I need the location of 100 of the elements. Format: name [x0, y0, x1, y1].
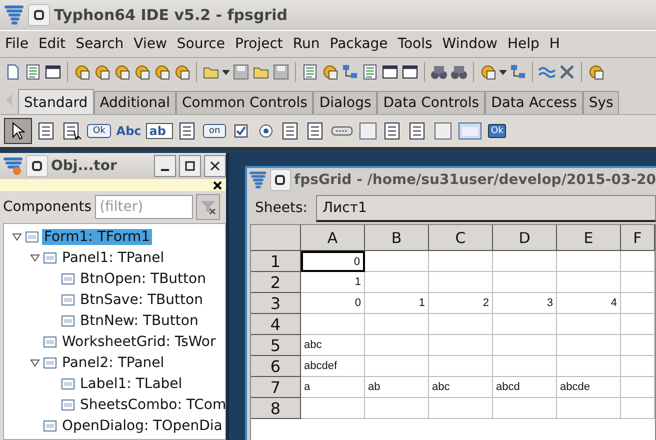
tree-item[interactable]: Label1: TLabel [78, 376, 184, 392]
component-tab[interactable]: Dialogs [313, 91, 378, 114]
sheets-combo[interactable]: Лист1 [316, 194, 656, 222]
row-header[interactable]: 3 [251, 293, 301, 314]
close-icon[interactable] [213, 180, 222, 190]
row-header[interactable]: 5 [251, 335, 301, 356]
column-header[interactable]: D [493, 225, 557, 251]
table-cell [621, 356, 655, 377]
tree-item[interactable]: OpenDialog: TOpenDia [60, 418, 224, 434]
component-tab[interactable]: Sys [582, 91, 620, 114]
binoculars-icon[interactable] [430, 63, 448, 81]
menu-item[interactable]: Window [437, 36, 502, 52]
window-menu-button[interactable] [26, 155, 48, 177]
menu-item[interactable]: Tools [392, 36, 438, 52]
table-cell: abc [429, 377, 493, 398]
checkbox-icon [233, 123, 250, 139]
component-icon [61, 292, 75, 306]
table-cell [621, 335, 655, 356]
tree-item[interactable]: WorksheetGrid: TsWor [60, 334, 218, 350]
tree-item[interactable]: Panel1: TPanel [60, 250, 166, 266]
table-cell: abc [301, 335, 365, 356]
hierarchy-icon[interactable] [509, 63, 527, 81]
window-menu-icon [274, 174, 286, 186]
column-header[interactable]: F [621, 225, 655, 251]
column-header[interactable]: C [429, 225, 493, 251]
palette-button[interactable]: Abc [116, 119, 142, 143]
minimize-button[interactable] [154, 155, 176, 177]
component-tab[interactable]: Data Access [485, 91, 583, 114]
row-header[interactable]: 8 [251, 398, 301, 419]
window-menu-button[interactable] [270, 169, 292, 191]
component-tab[interactable]: Additional [94, 91, 176, 114]
table-cell [621, 314, 655, 335]
row-header[interactable]: 2 [251, 272, 301, 293]
tree-item[interactable]: Panel2: TPanel [60, 354, 166, 370]
tree-item[interactable]: SheetsCombo: TCom [78, 396, 225, 412]
inspector-logo-icon [3, 156, 23, 176]
menu-item[interactable]: Project [230, 36, 288, 52]
menu-item[interactable]: Edit [33, 36, 71, 52]
column-header[interactable]: A [301, 225, 365, 251]
column-header[interactable]: B [365, 225, 429, 251]
table-cell: ab [365, 377, 429, 398]
expander-icon[interactable] [30, 252, 40, 262]
row-header[interactable]: 1 [251, 251, 301, 272]
menu-item[interactable]: File [0, 36, 34, 52]
hierarchy-icon[interactable] [341, 63, 359, 81]
tree-item[interactable]: BtnNew: TButton [78, 312, 200, 328]
tree-item[interactable]: BtnSave: TButton [78, 292, 205, 308]
menu-item[interactable]: Source [172, 36, 230, 52]
table-cell [429, 314, 493, 335]
table-cell [621, 272, 655, 293]
menu-item[interactable]: Search [70, 36, 129, 52]
component-tab[interactable]: Standard [18, 89, 94, 114]
document-lines-icon[interactable] [301, 63, 319, 81]
menu-item[interactable]: H [544, 36, 565, 52]
window-menu-button[interactable] [28, 4, 50, 26]
row-header[interactable]: 4 [251, 314, 301, 335]
component-tab[interactable]: Common Controls [176, 91, 314, 114]
row-header[interactable]: 7 [251, 377, 301, 398]
table-cell [365, 314, 429, 335]
radio-icon [258, 123, 274, 139]
scrollbar-icon [331, 126, 354, 136]
components-label: Components [3, 199, 92, 215]
column-header[interactable]: E [557, 225, 621, 251]
table-cell [493, 398, 557, 419]
table-cell [557, 356, 621, 377]
clear-filter-button[interactable] [196, 194, 220, 220]
panel-icon [358, 121, 378, 141]
document-lines-icon[interactable] [24, 63, 42, 81]
frame-icon [458, 121, 482, 141]
window-icon[interactable] [401, 63, 419, 81]
table-cell: a [301, 377, 365, 398]
binoculars-icon[interactable] [450, 63, 468, 81]
menu-item[interactable]: View [128, 36, 172, 52]
popup-menu-icon [62, 121, 82, 141]
component-tab[interactable]: Data Controls [377, 91, 486, 114]
menu-item[interactable]: Package [324, 36, 393, 52]
tree-item[interactable]: Form1: TForm1 [42, 228, 152, 244]
window-icon[interactable] [44, 63, 62, 81]
minimize-icon [160, 169, 170, 171]
table-cell [621, 293, 655, 314]
palette-button[interactable] [4, 118, 32, 144]
expander-icon[interactable] [30, 358, 40, 368]
table-cell [365, 272, 429, 293]
row-header[interactable]: 6 [251, 356, 301, 377]
table-cell: 0 [301, 293, 365, 314]
close-button[interactable] [204, 155, 226, 177]
table-cell [557, 272, 621, 293]
save-icon[interactable] [272, 63, 290, 81]
menu-item[interactable]: Run [288, 36, 325, 52]
expander-icon[interactable] [12, 232, 22, 242]
filter-field[interactable]: (filter) [94, 195, 193, 219]
menu-item[interactable]: Help [502, 36, 544, 52]
app-logo-icon [249, 170, 267, 190]
save-icon[interactable] [232, 63, 250, 81]
pointer-icon [11, 122, 25, 140]
document-lines-icon[interactable] [361, 63, 379, 81]
maximize-button[interactable] [179, 155, 201, 177]
table-cell: abcde [557, 377, 621, 398]
tree-item[interactable]: BtnOpen: TButton [78, 270, 208, 286]
window-icon[interactable] [381, 63, 399, 81]
